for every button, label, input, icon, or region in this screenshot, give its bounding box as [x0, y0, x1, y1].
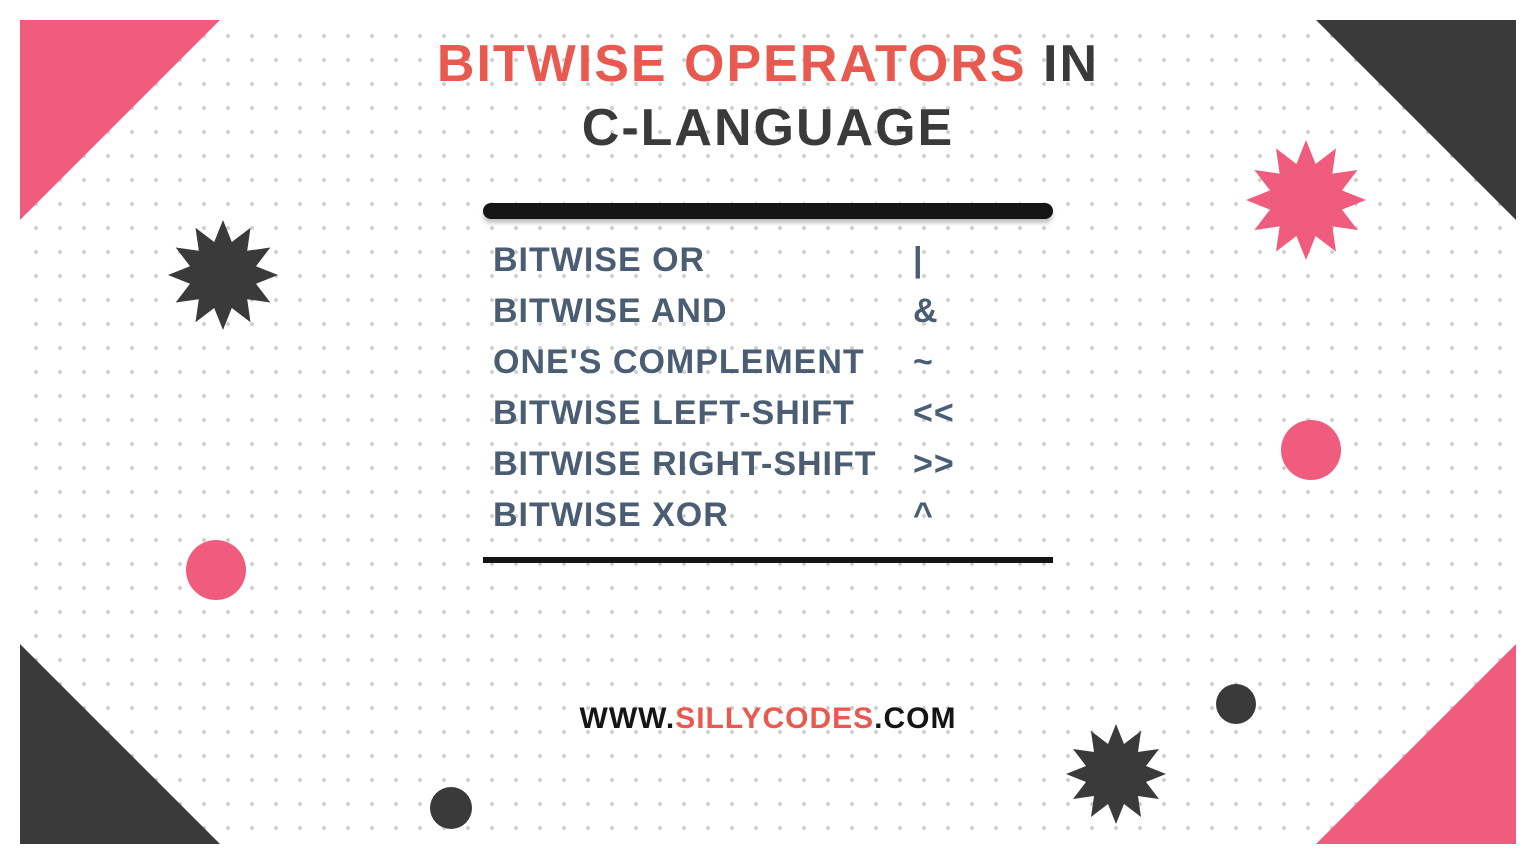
starburst-icon [1246, 140, 1366, 260]
operator-symbol: | [893, 241, 1043, 280]
table-row: BITWISE AND & [483, 286, 1053, 337]
table-top-bar [483, 203, 1053, 219]
title-line2: C-LANGUAGE [0, 98, 1536, 158]
table-row: BITWISE XOR ^ [483, 490, 1053, 541]
table-bottom-bar [483, 557, 1053, 563]
footer-pre: WWW. [580, 702, 676, 735]
table-row: ONE'S COMPLEMENT ~ [483, 337, 1053, 388]
operator-name: BITWISE OR [493, 241, 893, 280]
footer-url: WWW.SILLYCODES.COM [0, 702, 1536, 736]
operator-name: BITWISE XOR [493, 496, 893, 535]
table-row: BITWISE LEFT-SHIFT << [483, 388, 1053, 439]
table-row: BITWISE RIGHT-SHIFT >> [483, 439, 1053, 490]
operator-symbol: ^ [893, 496, 1043, 535]
page-title: BITWISE OPERATORS IN C-LANGUAGE [0, 34, 1536, 158]
operator-name: BITWISE LEFT-SHIFT [493, 394, 893, 433]
table-row: BITWISE OR | [483, 235, 1053, 286]
circle-decoration [1281, 420, 1341, 480]
operator-symbol: ~ [893, 343, 1043, 382]
operator-symbol: & [893, 292, 1043, 331]
corner-triangle-bottom-left [20, 644, 220, 844]
operator-name: ONE'S COMPLEMENT [493, 343, 893, 382]
operator-symbol: << [893, 394, 1043, 433]
starburst-icon [168, 220, 278, 330]
operators-table: BITWISE OR | BITWISE AND & ONE'S COMPLEM… [483, 203, 1053, 563]
footer-post: .COM [874, 702, 956, 735]
starburst-icon [1066, 724, 1166, 824]
corner-triangle-bottom-right [1316, 644, 1516, 844]
operator-name: BITWISE RIGHT-SHIFT [493, 445, 893, 484]
operator-symbol: >> [893, 445, 1043, 484]
title-rest-text: IN [1027, 35, 1099, 93]
operator-name: BITWISE AND [493, 292, 893, 331]
circle-decoration [430, 787, 472, 829]
circle-decoration [186, 540, 246, 600]
footer-mid: SILLYCODES [675, 702, 874, 735]
title-accent-text: BITWISE OPERATORS [437, 35, 1027, 93]
